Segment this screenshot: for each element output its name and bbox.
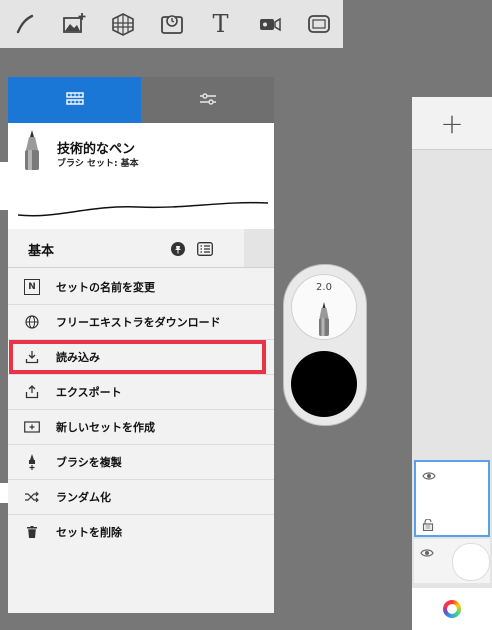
technical-pen-icon bbox=[316, 302, 332, 340]
canvas-edge bbox=[0, 483, 8, 503]
stroke-preview bbox=[17, 185, 269, 229]
menu-item-rename-set[interactable]: N セットの名前を変更 bbox=[8, 270, 274, 305]
perspective-grid-icon[interactable] bbox=[98, 0, 147, 48]
menu-item-randomize[interactable]: ランダム化 bbox=[8, 480, 274, 515]
trash-icon bbox=[8, 526, 56, 538]
current-brush-card[interactable]: 技術的なペン ブラシ セット: 基本 bbox=[8, 123, 274, 233]
set-menu: N セットの名前を変更 フリーエキストラをダウンロード 読み込み エクスポート … bbox=[8, 270, 274, 550]
color-wheel-icon bbox=[443, 600, 461, 618]
tab-brush-settings[interactable] bbox=[141, 77, 274, 123]
technical-pen-icon bbox=[21, 130, 43, 176]
brush-name: 技術的なペン bbox=[57, 142, 136, 157]
tab-brush-library[interactable] bbox=[8, 77, 141, 123]
import-highlight bbox=[9, 340, 266, 374]
eye-icon[interactable] bbox=[420, 543, 434, 562]
plus-icon: + bbox=[440, 106, 464, 140]
top-toolbar: T bbox=[0, 0, 343, 48]
menu-item-label: ランダム化 bbox=[56, 491, 111, 504]
menu-item-delete-set[interactable]: セットを削除 bbox=[8, 515, 274, 549]
set-header-shade bbox=[244, 229, 274, 267]
color-wheel-button[interactable] bbox=[412, 588, 492, 630]
new-set-icon bbox=[8, 421, 56, 433]
brush-library-icon bbox=[65, 91, 84, 110]
menu-item-label: フリーエキストラをダウンロード bbox=[56, 316, 221, 329]
menu-item-label: セットを削除 bbox=[56, 526, 122, 539]
layer-thumbnail[interactable] bbox=[414, 539, 490, 583]
brush-puck: 2.0 bbox=[283, 264, 367, 426]
set-name: 基本 bbox=[28, 244, 55, 259]
video-icon[interactable] bbox=[245, 0, 294, 48]
frame-icon[interactable] bbox=[294, 0, 343, 48]
layer-thumbnail[interactable] bbox=[414, 460, 490, 537]
brush-size-value: 2.0 bbox=[316, 282, 332, 293]
color-swatch[interactable] bbox=[291, 351, 357, 417]
shuffle-icon bbox=[8, 491, 56, 503]
lock-icon[interactable] bbox=[422, 516, 434, 535]
layer-preview bbox=[452, 543, 490, 581]
brush-size-control[interactable]: 2.0 bbox=[291, 274, 357, 340]
globe-icon bbox=[8, 315, 56, 329]
rename-icon: N bbox=[8, 279, 56, 295]
menu-item-download-extras[interactable]: フリーエキストラをダウンロード bbox=[8, 305, 274, 340]
time-lapse-icon[interactable] bbox=[147, 0, 196, 48]
menu-item-label: ブラシを複製 bbox=[56, 456, 122, 469]
set-header: 基本 bbox=[8, 229, 274, 268]
menu-item-duplicate-brush[interactable]: ブラシを複製 bbox=[8, 445, 274, 480]
menu-item-export[interactable]: エクスポート bbox=[8, 375, 274, 410]
text-tool-icon[interactable]: T bbox=[196, 0, 245, 48]
eye-icon[interactable] bbox=[422, 466, 436, 485]
export-icon bbox=[8, 385, 56, 399]
pin-icon[interactable] bbox=[171, 241, 185, 260]
menu-item-new-set[interactable]: 新しいセットを作成 bbox=[8, 410, 274, 445]
duplicate-brush-icon bbox=[8, 454, 56, 470]
menu-item-label: エクスポート bbox=[56, 386, 122, 399]
add-layer-button[interactable]: + bbox=[412, 97, 492, 150]
menu-item-label: 新しいセットを作成 bbox=[56, 421, 155, 434]
brush-panel-tabs bbox=[8, 77, 274, 123]
brush-settings-icon bbox=[199, 91, 217, 110]
image-add-icon[interactable] bbox=[49, 0, 98, 48]
stroke-tool-icon[interactable] bbox=[0, 0, 49, 48]
list-view-icon[interactable] bbox=[197, 241, 213, 260]
brush-set-caption: ブラシ セット: 基本 bbox=[57, 159, 139, 169]
menu-item-label: セットの名前を変更 bbox=[56, 281, 155, 294]
